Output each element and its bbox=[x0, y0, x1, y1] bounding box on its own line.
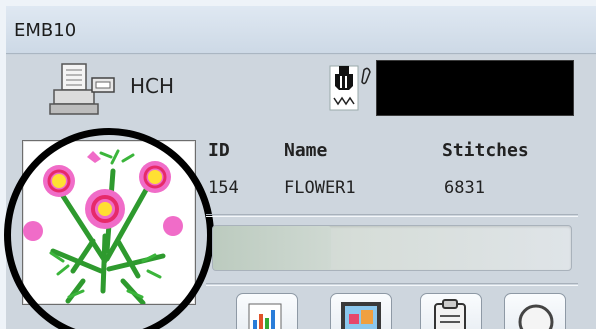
clipboard-button[interactable] bbox=[420, 293, 482, 329]
clipboard-icon bbox=[434, 299, 466, 329]
column-header-stitches: Stitches bbox=[442, 140, 529, 161]
circle-icon bbox=[518, 304, 554, 329]
design-name-value: FLOWER1 bbox=[284, 178, 356, 198]
progress-fill bbox=[213, 226, 332, 270]
machine-display bbox=[376, 60, 574, 116]
chart-button[interactable] bbox=[236, 293, 298, 329]
title-bar[interactable]: EMB10 bbox=[6, 6, 596, 54]
machine-name: HCH bbox=[130, 74, 175, 98]
image-icon bbox=[341, 302, 381, 329]
column-header-name: Name bbox=[284, 140, 328, 161]
separator bbox=[206, 283, 578, 286]
window-title: EMB10 bbox=[14, 20, 77, 41]
image-button[interactable] bbox=[330, 293, 392, 329]
separator bbox=[206, 214, 578, 217]
design-id-value: 154 bbox=[208, 178, 239, 198]
progress-bar bbox=[212, 225, 572, 271]
chart-icon bbox=[248, 303, 282, 329]
circle-button[interactable] bbox=[504, 293, 566, 329]
needle-presser-foot-icon[interactable] bbox=[326, 62, 376, 116]
highlight-circle bbox=[4, 128, 214, 329]
design-stitches-value: 6831 bbox=[444, 178, 485, 198]
column-header-id: ID bbox=[208, 140, 230, 161]
embroidery-machine-icon[interactable] bbox=[48, 62, 120, 118]
